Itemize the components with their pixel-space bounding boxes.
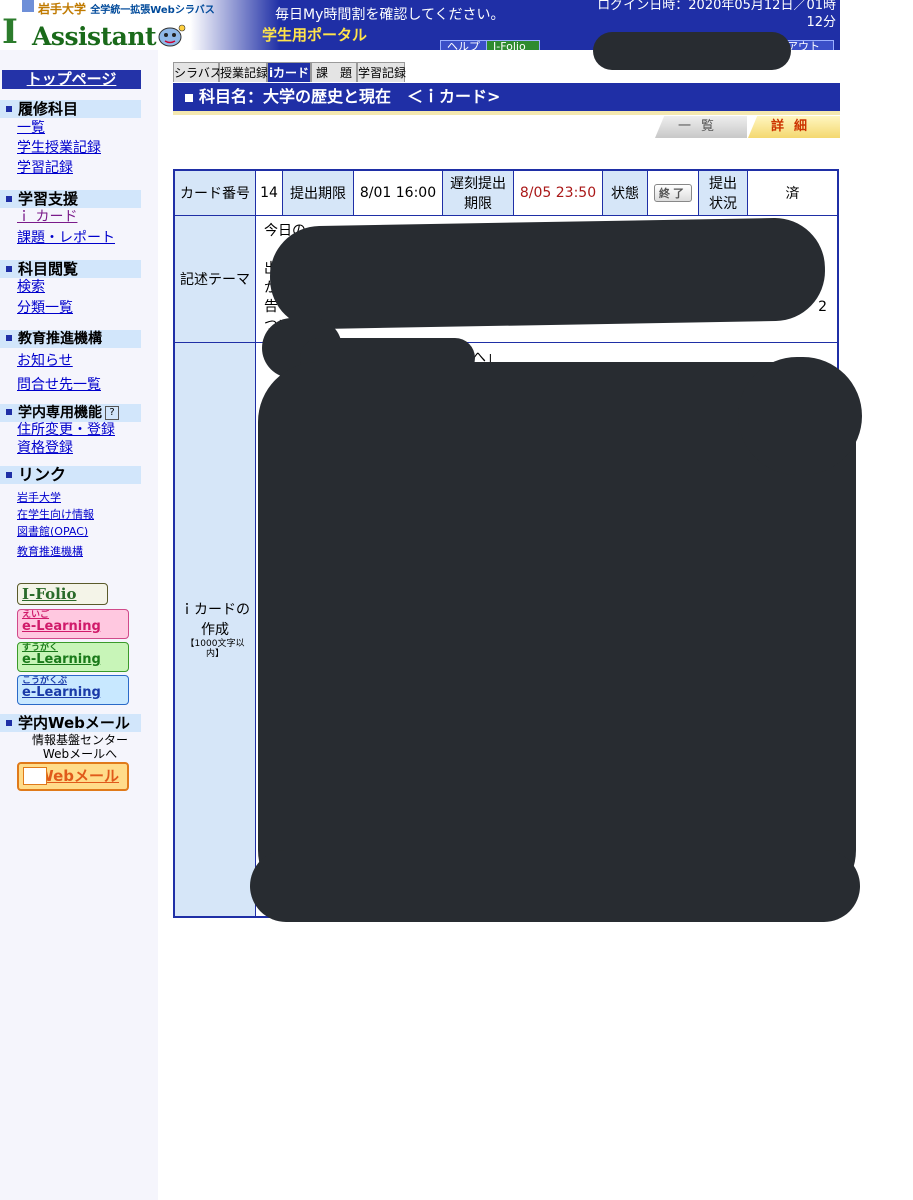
section-webmail: 学内Webメール: [0, 714, 141, 732]
page-title-bar: 科目名：大学の歴史と現在 ＜ｉカード>: [173, 83, 840, 115]
login-time-line1: ログイン日時：2020年05月12日／01時: [597, 0, 836, 13]
link-course-list[interactable]: 一覧: [17, 120, 45, 136]
bullet-icon: [6, 265, 12, 272]
section-course-browse: 科目閲覧: [0, 260, 141, 278]
list-view-button[interactable]: 一覧: [655, 116, 747, 138]
bullet-icon: [6, 335, 12, 341]
portal-label: 学生用ポータル: [262, 26, 368, 44]
section-links: リンク: [0, 466, 141, 484]
link-student-info[interactable]: 在学生向け情報: [17, 508, 94, 521]
webmail-note-line1: 情報基盤センター: [31, 733, 128, 747]
theme-line-end: 2: [818, 299, 827, 315]
link-search[interactable]: 検索: [17, 279, 45, 295]
status-cell: 終了: [647, 169, 699, 216]
tab-study-record[interactable]: 学習記録: [357, 62, 406, 82]
redacted-student-name: [593, 32, 791, 70]
link-contacts[interactable]: 問合せ先一覧: [17, 377, 101, 393]
create-label: ｉカードの作成 【1000文字以内】: [173, 342, 256, 917]
redaction-answer-right: [738, 357, 862, 475]
link-iwate-univ[interactable]: 岩手大学: [17, 491, 61, 504]
redaction-theme: [269, 217, 826, 330]
card-number: 14: [255, 169, 283, 216]
char-limit-note: 【1000文字以内】: [185, 639, 245, 660]
link-news[interactable]: お知らせ: [17, 353, 73, 369]
create-label-text: ｉカードの作成: [180, 602, 250, 639]
link-category-list[interactable]: 分類一覧: [17, 300, 73, 316]
link-i-card[interactable]: ｉ カード: [17, 209, 77, 225]
help-question-icon[interactable]: ?: [105, 406, 119, 420]
top-page-link[interactable]: トップページ: [2, 70, 141, 89]
tab-assignment[interactable]: 課 題: [311, 62, 357, 82]
engineering-elearning-banner[interactable]: こうがくぶ e-Learning: [17, 675, 129, 705]
link-qualification[interactable]: 資格登録: [17, 440, 73, 456]
tab-class-record[interactable]: 授業記録: [219, 62, 268, 82]
sidebar: トップページ 履修科目 一覧 学生授業記録 学習記録 学習支援 ｉ カード 課題…: [0, 50, 158, 1200]
bullet-icon: [6, 195, 12, 202]
section-study-support: 学習支援: [0, 190, 141, 208]
card-number-label: カード番号: [173, 169, 256, 216]
folio-banner[interactable]: I-Folio: [17, 583, 108, 605]
math-elearning-banner[interactable]: すうがく e-Learning: [17, 642, 129, 672]
late-deadline-label: 遅刻提出期限: [442, 169, 514, 216]
folio-button[interactable]: I-Folio: [486, 40, 540, 50]
detail-view-button[interactable]: 詳細: [748, 116, 840, 138]
tab-i-card[interactable]: iカード: [267, 62, 311, 82]
assistant-logo[interactable]: 岩手大学 全学統一拡張Webシラバス I Assistant: [0, 0, 215, 52]
webmail-note: 情報基盤センター Webメールへ: [18, 733, 142, 761]
submit-status-label: 提出状況: [698, 169, 748, 216]
bullet-icon: [6, 471, 12, 478]
bullet-icon: [6, 719, 12, 726]
logo-cube-icon: [22, 0, 34, 12]
english-elearning-banner[interactable]: えいご e-Learning: [17, 609, 129, 639]
logo-university-name: 岩手大学 全学統一拡張Webシラバス: [38, 2, 215, 16]
section-campus-only: 学内専用機能?: [0, 404, 141, 422]
webmail-banner[interactable]: Webメール: [17, 762, 129, 791]
link-address-change[interactable]: 住所変更・登録: [17, 422, 115, 438]
submit-status-value: 済: [747, 169, 839, 216]
tab-syllabus[interactable]: シラバス: [173, 62, 222, 82]
daily-notice: 毎日My時間割を確認してください。: [275, 7, 505, 23]
login-time: ログイン日時：2020年05月12日／01時 12分: [597, 0, 836, 31]
logo-text: Assistant: [32, 22, 157, 51]
logo-i-letter: I: [2, 12, 18, 52]
deadline-label: 提出期限: [282, 169, 354, 216]
link-education-org[interactable]: 教育推進機構: [17, 545, 83, 558]
late-deadline-value: 8/05 23:50: [513, 169, 603, 216]
link-class-record[interactable]: 学生授業記録: [17, 140, 101, 156]
link-assignments[interactable]: 課題・レポート: [17, 230, 115, 246]
mascot-icon: [158, 24, 186, 47]
section-education-org: 教育推進機構: [0, 330, 141, 348]
link-library-opac[interactable]: 図書館(OPAC): [17, 525, 88, 538]
page-title: 科目名：大学の歴史と現在 ＜ｉカード>: [199, 87, 501, 106]
theme-label: 記述テーマ: [173, 215, 256, 343]
status-badge: 終了: [654, 184, 692, 202]
bullet-icon: [6, 409, 12, 415]
bullet-icon: [6, 105, 12, 112]
help-button[interactable]: ヘルプ: [440, 40, 488, 50]
redaction-answer-bottom: [250, 850, 860, 922]
login-time-line2: 12分: [806, 15, 836, 30]
webmail-note-line2: Webメールへ: [42, 747, 118, 761]
status-label: 状態: [602, 169, 648, 216]
deadline-value: 8/01 16:00: [353, 169, 443, 216]
link-study-record[interactable]: 学習記録: [17, 160, 73, 176]
title-marker-icon: [185, 93, 193, 102]
section-courses: 履修科目: [0, 100, 141, 118]
card-info-row: カード番号 14 提出期限 8/01 16:00 遅刻提出期限 8/05 23:…: [173, 169, 839, 216]
envelope-icon: [23, 767, 47, 785]
